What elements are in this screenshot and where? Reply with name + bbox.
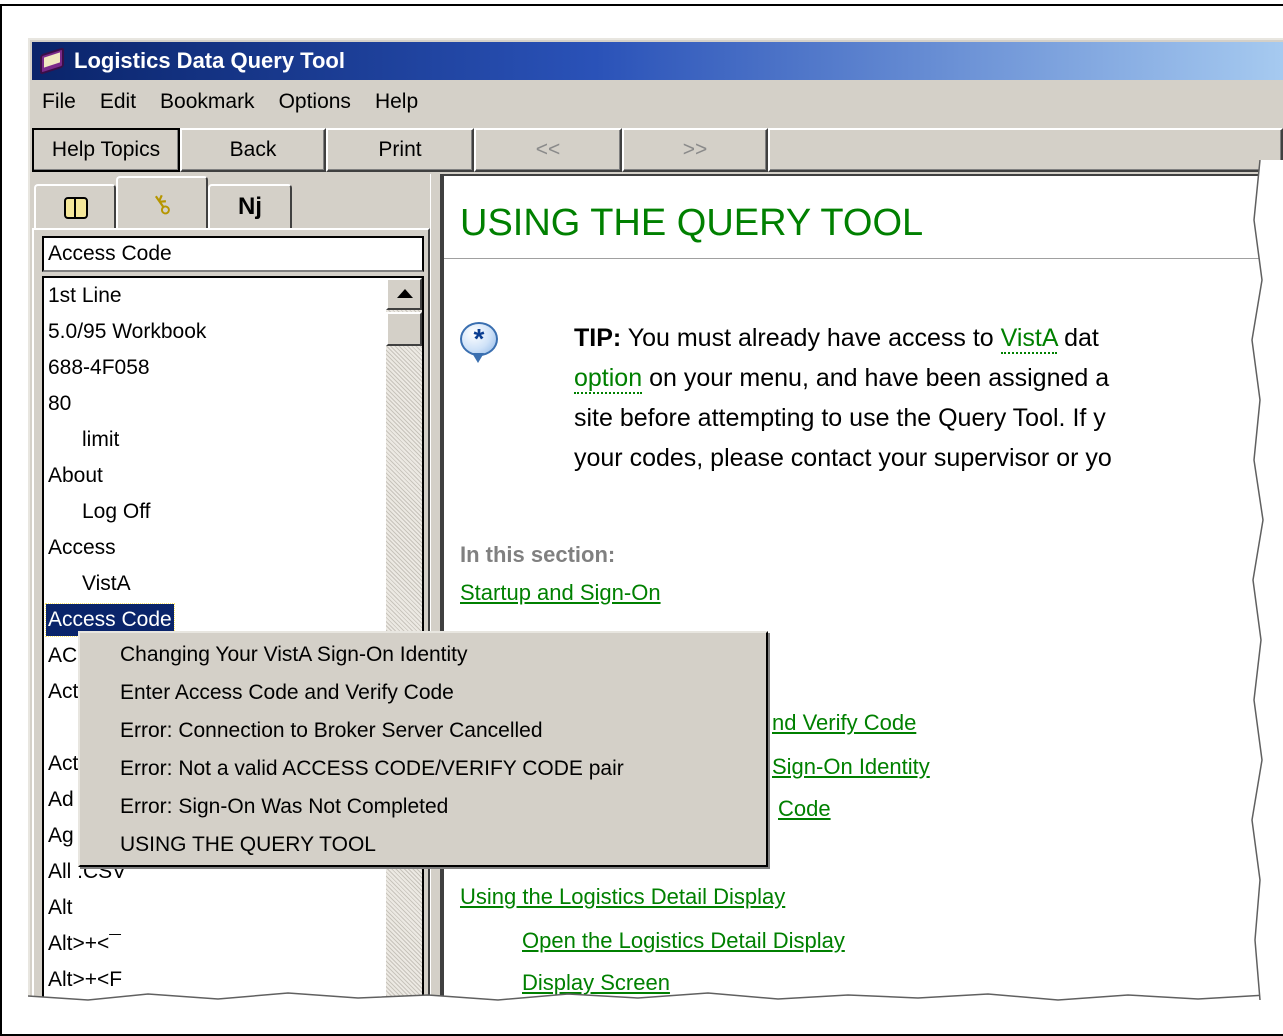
key-icon: ⚷ xyxy=(145,185,179,222)
previous-topic-button[interactable]: << xyxy=(474,128,622,172)
keyword-list-item[interactable]: Act xyxy=(46,748,80,780)
navigation-pane: ⚷ ǋ Access Code 1st Line 5.0/95 Workbook 6… xyxy=(32,174,430,998)
keyword-input[interactable]: Access Code xyxy=(42,236,424,272)
popup-item[interactable]: Error: Sign-On Was Not Completed xyxy=(120,789,448,825)
link-using-logistics-detail-display[interactable]: Using the Logistics Detail Display xyxy=(460,884,785,910)
tip-line1-a: You must already have access to xyxy=(621,324,1001,352)
toolbar-filler xyxy=(768,128,1283,172)
tab-find[interactable]: ǋ xyxy=(208,184,292,228)
page-title: USING THE QUERY TOOL xyxy=(460,202,924,244)
scroll-up-button[interactable] xyxy=(386,278,422,310)
contents-book-icon xyxy=(63,197,88,219)
vista-term-link[interactable]: VistA xyxy=(1000,324,1058,354)
tip-line1-b: dat xyxy=(1057,324,1099,352)
keyword-list-item[interactable]: Alt>+<¯ xyxy=(46,928,123,960)
title-divider xyxy=(444,258,1283,259)
popup-item[interactable]: Error: Connection to Broker Server Cance… xyxy=(120,713,543,749)
tip-label: TIP: xyxy=(574,324,622,352)
title-bar[interactable]: Logistics Data Query Tool xyxy=(32,42,1283,80)
tip-line4: your codes, please contact your supervis… xyxy=(574,444,1112,472)
torn-edge xyxy=(28,992,1283,1012)
option-term-link[interactable]: option xyxy=(574,364,643,394)
topics-found-popup: Changing Your VistA Sign-On Identity Ent… xyxy=(78,631,768,867)
keyword-list-item[interactable]: Act xyxy=(46,676,80,708)
menu-bookmark[interactable]: Bookmark xyxy=(150,90,269,114)
menu-help[interactable]: Help xyxy=(365,90,432,114)
menu-bar: File Edit Bookmark Options Help xyxy=(32,84,1283,120)
window-title: Logistics Data Query Tool xyxy=(74,48,345,73)
keyword-list-item[interactable]: About xyxy=(46,460,105,492)
menu-options[interactable]: Options xyxy=(269,90,365,114)
help-topics-button[interactable]: Help Topics xyxy=(32,128,180,172)
binoculars-icon: ǋ xyxy=(238,193,262,220)
keyword-list-item[interactable]: AC xyxy=(46,640,79,672)
tip-text: TIP: You must already have access to Vis… xyxy=(574,318,1283,478)
link-startup-sign-on[interactable]: Startup and Sign-On xyxy=(460,580,661,606)
tip-line3: site before attempting to use the Query … xyxy=(574,404,1106,432)
link-enter-access-verify-code[interactable]: nd Verify Code xyxy=(772,710,916,736)
popup-item[interactable]: Enter Access Code and Verify Code xyxy=(120,675,454,711)
toolbar: Help Topics Back Print << >> xyxy=(32,128,1283,172)
tip-balloon-icon: * xyxy=(460,322,498,363)
keyword-list-item[interactable]: 1st Line xyxy=(46,280,124,312)
keyword-list-item[interactable]: Log Off xyxy=(80,496,153,528)
tab-index[interactable]: ⚷ xyxy=(116,176,208,230)
link-changing-sign-on-identity[interactable]: Sign-On Identity xyxy=(772,754,930,780)
back-button[interactable]: Back xyxy=(180,128,326,172)
menu-edit[interactable]: Edit xyxy=(90,90,150,114)
scroll-thumb[interactable] xyxy=(386,312,422,346)
keyword-list-item[interactable] xyxy=(46,712,50,744)
popup-item[interactable]: Error: Not a valid ACCESS CODE/VERIFY CO… xyxy=(120,751,624,787)
section-heading: In this section: xyxy=(460,542,616,567)
keyword-list-item[interactable]: 688-4F058 xyxy=(46,352,152,384)
keyword-list-item[interactable]: 5.0/95 Workbook xyxy=(46,316,208,348)
navigation-tabs: ⚷ ǋ xyxy=(32,174,430,230)
keyword-list-item[interactable]: Ag xyxy=(46,820,76,852)
popup-item[interactable]: USING THE QUERY TOOL xyxy=(120,827,376,863)
tab-contents[interactable] xyxy=(34,184,116,228)
keyword-list-item[interactable]: VistA xyxy=(80,568,133,600)
keyword-list-item[interactable]: Access xyxy=(46,532,118,564)
tip-line2-b: on your menu, and have been assigned a xyxy=(642,364,1110,392)
pane-splitter[interactable] xyxy=(430,174,442,998)
menu-file[interactable]: File xyxy=(32,90,90,114)
torn-right-edge xyxy=(1251,160,1283,1000)
index-tab-panel: Access Code 1st Line 5.0/95 Workbook 688-4… xyxy=(32,228,430,998)
link-access-code[interactable]: Code xyxy=(778,796,831,822)
keyword-list-item[interactable]: Alt xyxy=(46,892,75,924)
keyword-list-item[interactable]: 80 xyxy=(46,388,73,420)
print-button[interactable]: Print xyxy=(326,128,474,172)
topic-pane: USING THE QUERY TOOL * TIP: You must alr… xyxy=(442,174,1283,998)
help-book-icon xyxy=(38,47,66,75)
link-open-logistics-detail-display[interactable]: Open the Logistics Detail Display xyxy=(522,928,845,954)
next-topic-button[interactable]: >> xyxy=(622,128,768,172)
keyword-list-item[interactable]: limit xyxy=(80,424,121,456)
keyword-list-item[interactable]: Ad xyxy=(46,784,76,816)
popup-item[interactable]: Changing Your VistA Sign-On Identity xyxy=(120,637,468,673)
